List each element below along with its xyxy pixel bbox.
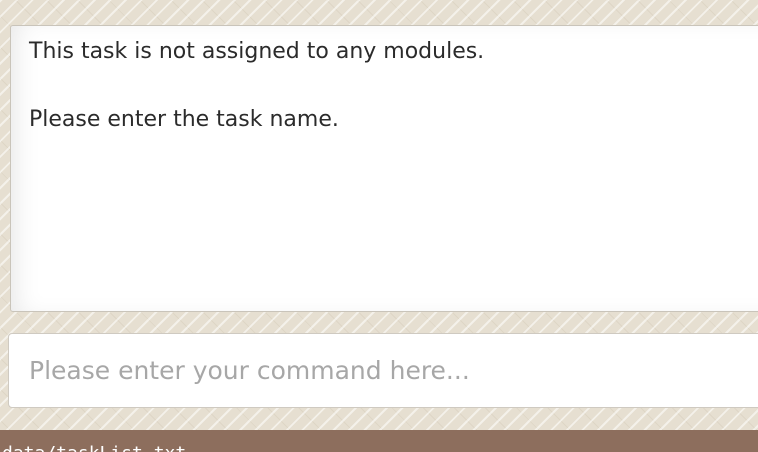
status-bar: data/taskList.txt: [0, 430, 758, 452]
result-message-line: Please enter the task name.: [29, 107, 339, 132]
command-input[interactable]: [8, 333, 758, 408]
result-message-line: This task is not assigned to any modules…: [29, 39, 485, 64]
result-display-panel: This task is not assigned to any modules…: [10, 25, 758, 312]
result-blank-line: [29, 67, 751, 105]
storage-file-path: data/taskList.txt: [2, 443, 186, 452]
